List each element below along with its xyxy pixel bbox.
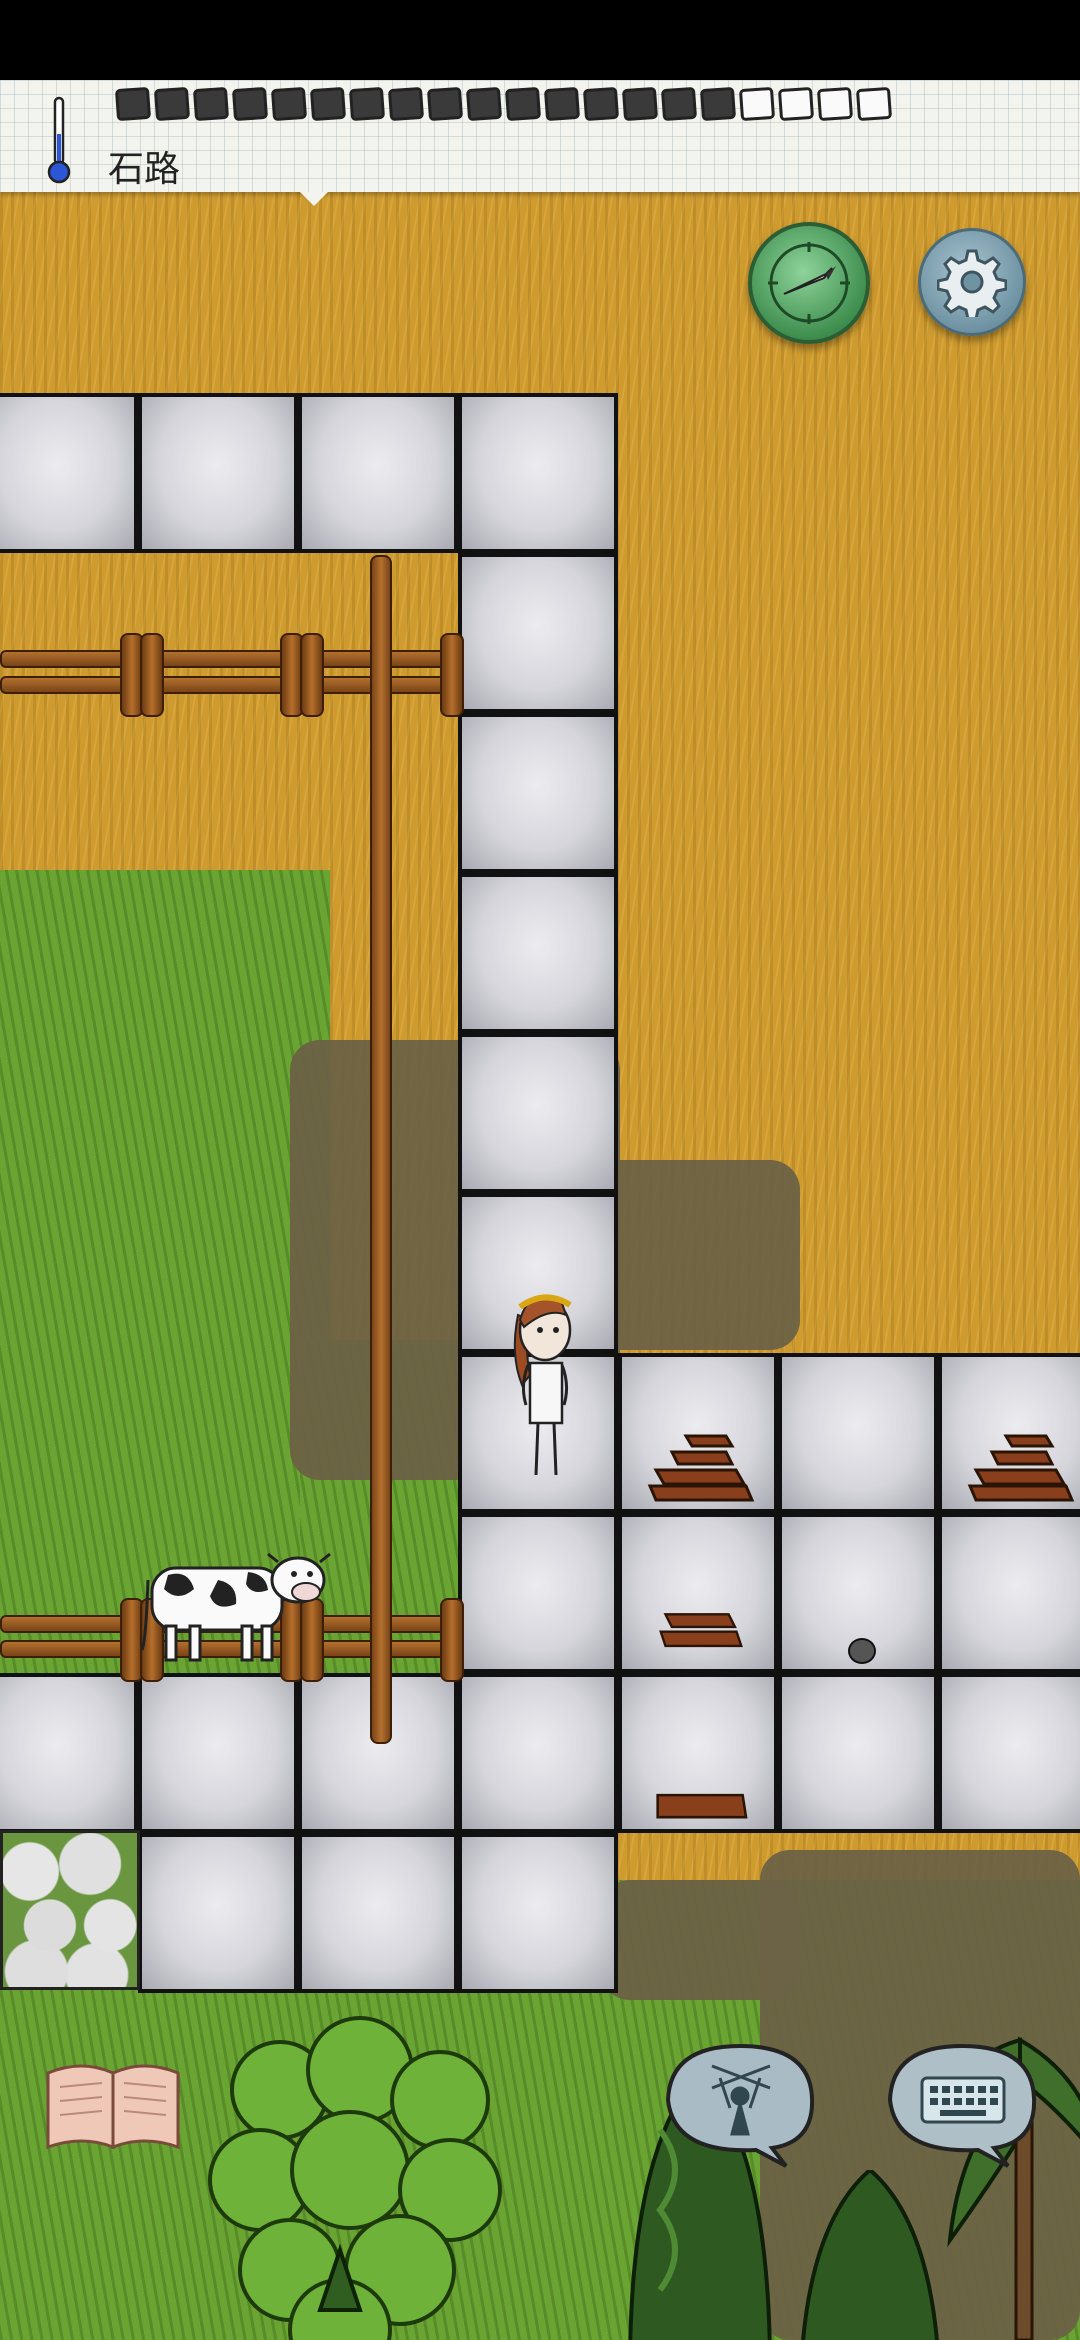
player-character[interactable] xyxy=(500,1275,590,1485)
food-pip-filled xyxy=(309,86,347,122)
stone-floor-tile[interactable] xyxy=(138,1833,298,1993)
settings-button[interactable] xyxy=(918,228,1026,336)
food-pip-empty xyxy=(738,86,776,122)
wood-planks[interactable] xyxy=(646,1608,756,1668)
food-pip-filled xyxy=(231,86,269,122)
stone-floor-tile[interactable] xyxy=(138,393,298,553)
food-pip-filled xyxy=(543,86,581,122)
compass-button[interactable] xyxy=(748,222,870,344)
fence-post xyxy=(440,633,464,717)
food-pip-filled xyxy=(465,86,503,122)
wood-planks[interactable] xyxy=(646,1430,756,1506)
stone-floor-tile[interactable] xyxy=(778,1673,938,1833)
food-pip-filled xyxy=(153,86,191,122)
cobblestone-tile[interactable] xyxy=(0,1830,140,1990)
status-bar xyxy=(0,0,1080,80)
food-pip-filled xyxy=(621,86,659,122)
stone-floor-tile[interactable] xyxy=(938,1673,1080,1833)
food-pip-filled xyxy=(426,86,464,122)
round-stone[interactable] xyxy=(848,1638,876,1664)
stone-floor-tile[interactable] xyxy=(458,1033,618,1193)
fence-post xyxy=(140,633,164,717)
keyboard-icon xyxy=(920,2076,1006,2124)
stone-floor-tile[interactable] xyxy=(138,1673,298,1833)
stone-floor-tile[interactable] xyxy=(0,393,138,553)
stone-floor-tile[interactable] xyxy=(298,1833,458,1993)
food-pip-empty xyxy=(816,86,854,122)
thermometer-icon xyxy=(47,96,71,184)
fence-rail-vertical xyxy=(370,555,392,1744)
gear-icon xyxy=(921,231,1023,333)
fence-post xyxy=(300,633,324,717)
stone-floor-tile[interactable] xyxy=(458,1513,618,1673)
stone-floor-tile[interactable] xyxy=(458,553,618,713)
stone-floor-tile[interactable] xyxy=(458,713,618,873)
food-pip-empty xyxy=(777,86,815,122)
food-pip-filled xyxy=(504,86,542,122)
food-meter xyxy=(114,86,893,122)
fence-post xyxy=(440,1598,464,1682)
food-pip-filled xyxy=(699,86,737,122)
stone-floor-tile[interactable] xyxy=(298,393,458,553)
stone-floor-tile[interactable] xyxy=(458,1673,618,1833)
stone-floor-tile[interactable] xyxy=(778,1353,938,1513)
stone-floor-tile[interactable] xyxy=(938,1513,1080,1673)
food-pip-empty xyxy=(855,86,893,122)
food-pip-filled xyxy=(660,86,698,122)
emote-button[interactable] xyxy=(660,2038,820,2168)
location-label: 石路 xyxy=(108,149,181,190)
stone-floor-tile[interactable] xyxy=(458,873,618,1033)
wood-planks[interactable] xyxy=(646,1790,756,1824)
hud-bar: 石路 xyxy=(0,80,1080,206)
food-pip-filled xyxy=(114,86,152,122)
food-pip-filled xyxy=(582,86,620,122)
game-world[interactable] xyxy=(0,190,1080,2340)
fence-rail xyxy=(0,650,464,668)
chat-button[interactable] xyxy=(882,2038,1042,2168)
food-pip-filled xyxy=(348,86,386,122)
wood-planks[interactable] xyxy=(966,1430,1076,1506)
stone-floor-tile[interactable] xyxy=(458,1833,618,1993)
dirt-patch xyxy=(600,1880,800,2000)
food-pip-filled xyxy=(270,86,308,122)
bush-tree[interactable] xyxy=(200,2010,520,2340)
food-pip-filled xyxy=(387,86,425,122)
compass-icon xyxy=(752,226,866,340)
book-icon xyxy=(46,2064,180,2150)
journal-button[interactable] xyxy=(42,2055,184,2155)
cow[interactable] xyxy=(138,1540,338,1670)
stone-floor-tile[interactable] xyxy=(458,393,618,553)
stone-floor-tile[interactable] xyxy=(0,1673,138,1833)
food-pip-filled xyxy=(192,86,230,122)
fence-rail xyxy=(0,676,464,694)
